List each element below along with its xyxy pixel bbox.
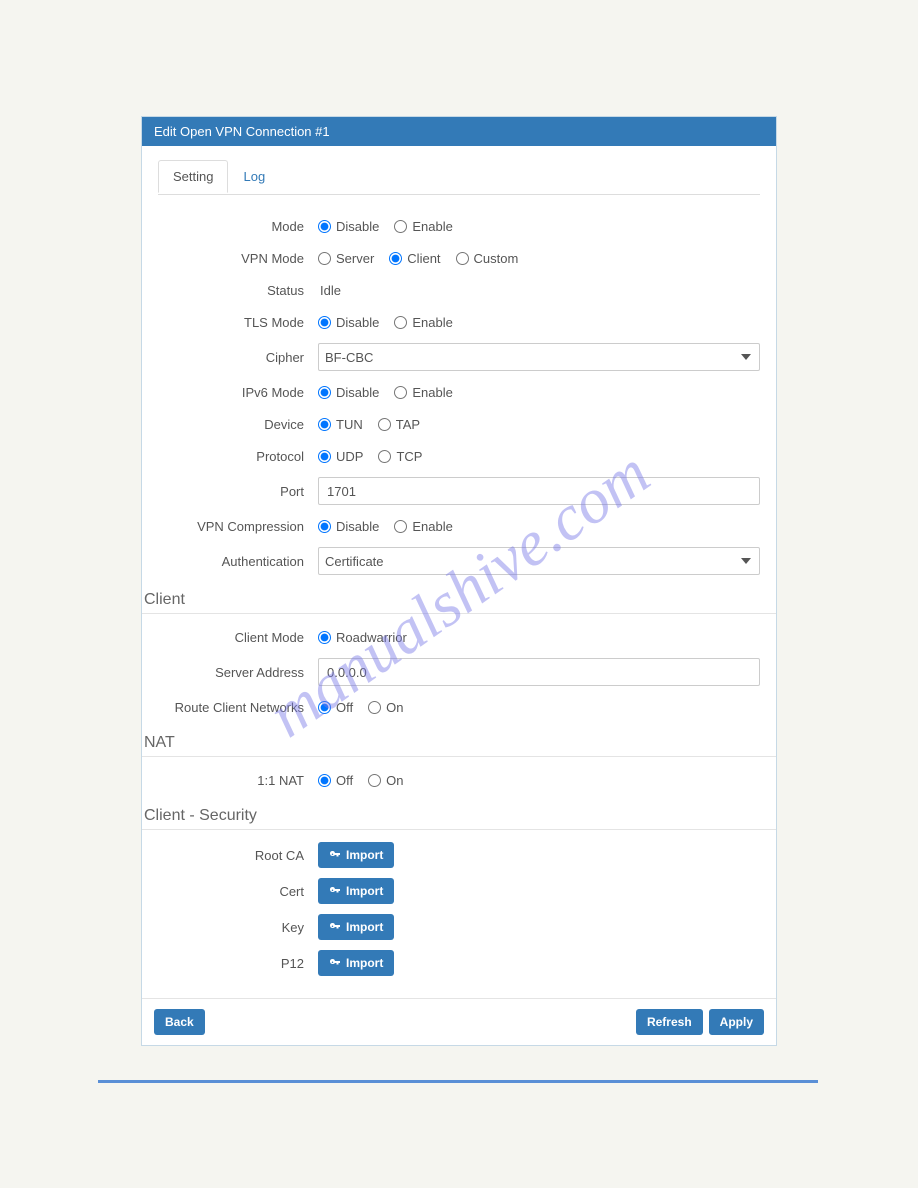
key-icon — [329, 921, 341, 933]
refresh-button[interactable]: Refresh — [636, 1009, 703, 1035]
label-compression: VPN Compression — [158, 519, 318, 534]
import-key-button[interactable]: Import — [318, 914, 394, 940]
radio-client-roadwarrior[interactable]: Roadwarrior — [318, 630, 407, 645]
apply-button[interactable]: Apply — [709, 1009, 764, 1035]
row-status: Status Idle — [158, 279, 760, 301]
import-cert-button[interactable]: Import — [318, 878, 394, 904]
key-icon — [329, 885, 341, 897]
label-server-address: Server Address — [158, 665, 318, 680]
label-auth: Authentication — [158, 554, 318, 569]
row-compression: VPN Compression Disable Enable — [158, 515, 760, 537]
panel-title: Edit Open VPN Connection #1 — [142, 117, 776, 146]
radio-proto-tcp[interactable]: TCP — [378, 449, 422, 464]
radio-vpn-client[interactable]: Client — [389, 251, 440, 266]
input-server-address[interactable] — [318, 658, 760, 686]
radio-tls-disable[interactable]: Disable — [318, 315, 379, 330]
row-nat: 1:1 NAT Off On — [158, 769, 760, 791]
label-route-client: Route Client Networks — [158, 700, 318, 715]
row-client-mode: Client Mode Roadwarrior — [158, 626, 760, 648]
radio-comp-enable[interactable]: Enable — [394, 519, 452, 534]
row-ipv6: IPv6 Mode Disable Enable — [158, 381, 760, 403]
row-p12: P12 Import — [158, 950, 760, 976]
row-device: Device TUN TAP — [158, 413, 760, 435]
row-server-address: Server Address — [158, 658, 760, 686]
label-client-mode: Client Mode — [158, 630, 318, 645]
row-mode: Mode Disable Enable — [158, 215, 760, 237]
label-tls-mode: TLS Mode — [158, 315, 318, 330]
key-icon — [329, 957, 341, 969]
row-tls-mode: TLS Mode Disable Enable — [158, 311, 760, 333]
vpn-edit-panel: Edit Open VPN Connection #1 Setting Log … — [141, 116, 777, 1046]
row-cipher: Cipher BF-CBC — [158, 343, 760, 371]
tab-log[interactable]: Log — [228, 160, 280, 193]
label-vpn-mode: VPN Mode — [158, 251, 318, 266]
label-nat: 1:1 NAT — [158, 773, 318, 788]
radio-mode-enable[interactable]: Enable — [394, 219, 452, 234]
page-divider — [98, 1080, 818, 1083]
row-port: Port — [158, 477, 760, 505]
radio-ipv6-enable[interactable]: Enable — [394, 385, 452, 400]
select-auth[interactable]: Certificate — [318, 547, 760, 575]
import-p12-button[interactable]: Import — [318, 950, 394, 976]
row-key: Key Import — [158, 914, 760, 940]
panel-footer: Back Refresh Apply — [142, 998, 776, 1045]
tab-setting[interactable]: Setting — [158, 160, 228, 193]
label-port: Port — [158, 484, 318, 499]
import-root-ca-button[interactable]: Import — [318, 842, 394, 868]
radio-mode-disable[interactable]: Disable — [318, 219, 379, 234]
label-key: Key — [158, 920, 318, 935]
section-nat-title: NAT — [142, 728, 776, 757]
row-route-client: Route Client Networks Off On — [158, 696, 760, 718]
status-value: Idle — [318, 283, 341, 298]
row-protocol: Protocol UDP TCP — [158, 445, 760, 467]
label-cert: Cert — [158, 884, 318, 899]
section-security-title: Client - Security — [142, 801, 776, 830]
label-cipher: Cipher — [158, 350, 318, 365]
label-status: Status — [158, 283, 318, 298]
radio-nat-on[interactable]: On — [368, 773, 403, 788]
back-button[interactable]: Back — [154, 1009, 205, 1035]
label-root-ca: Root CA — [158, 848, 318, 863]
select-cipher[interactable]: BF-CBC — [318, 343, 760, 371]
radio-route-on[interactable]: On — [368, 700, 403, 715]
radio-vpn-server[interactable]: Server — [318, 251, 374, 266]
label-ipv6: IPv6 Mode — [158, 385, 318, 400]
input-port[interactable] — [318, 477, 760, 505]
label-protocol: Protocol — [158, 449, 318, 464]
key-icon — [329, 849, 341, 861]
row-auth: Authentication Certificate — [158, 547, 760, 575]
label-mode: Mode — [158, 219, 318, 234]
label-device: Device — [158, 417, 318, 432]
radio-nat-off[interactable]: Off — [318, 773, 353, 788]
radio-route-off[interactable]: Off — [318, 700, 353, 715]
radio-ipv6-disable[interactable]: Disable — [318, 385, 379, 400]
row-cert: Cert Import — [158, 878, 760, 904]
section-client-title: Client — [142, 585, 776, 614]
radio-device-tap[interactable]: TAP — [378, 417, 420, 432]
panel-body: Setting Log Mode Disable Enable VPN Mode… — [142, 146, 776, 998]
radio-tls-enable[interactable]: Enable — [394, 315, 452, 330]
row-vpn-mode: VPN Mode Server Client Custom — [158, 247, 760, 269]
radio-vpn-custom[interactable]: Custom — [456, 251, 519, 266]
tabs: Setting Log — [158, 160, 760, 195]
radio-device-tun[interactable]: TUN — [318, 417, 363, 432]
label-p12: P12 — [158, 956, 318, 971]
radio-proto-udp[interactable]: UDP — [318, 449, 363, 464]
row-root-ca: Root CA Import — [158, 842, 760, 868]
radio-comp-disable[interactable]: Disable — [318, 519, 379, 534]
